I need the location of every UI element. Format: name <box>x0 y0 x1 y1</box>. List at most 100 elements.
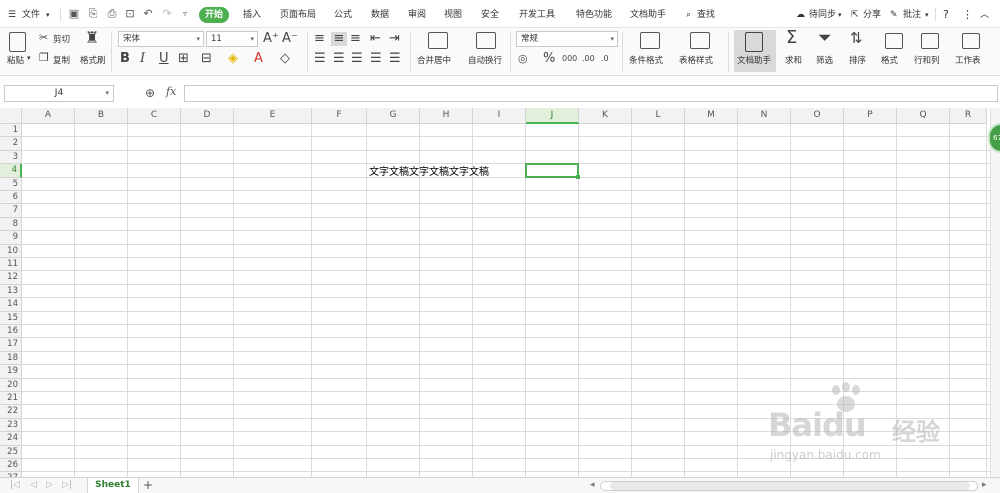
bold-icon[interactable]: B <box>120 52 130 66</box>
row-header-20[interactable]: 20 <box>0 378 22 392</box>
column-header-h[interactable]: H <box>420 108 473 124</box>
column-header-o[interactable]: O <box>791 108 844 124</box>
column-header-p[interactable]: P <box>844 108 897 124</box>
merge-cells-icon[interactable] <box>428 32 448 49</box>
column-header-a[interactable]: A <box>22 108 75 124</box>
paste-icon[interactable] <box>9 32 26 52</box>
tab-security[interactable]: 安全 <box>481 7 499 23</box>
row-header-24[interactable]: 24 <box>0 432 22 446</box>
fx-icon[interactable]: fx <box>166 85 176 98</box>
currency-icon[interactable]: ◎ <box>518 52 528 66</box>
scrollbar-thumb[interactable] <box>610 482 970 490</box>
doc-helper-button[interactable]: 文档助手 <box>737 54 771 66</box>
decrease-decimal-icon[interactable]: .0 <box>601 52 609 66</box>
sort-button[interactable]: 排序 <box>849 54 866 66</box>
sheet-tab-sheet1[interactable]: Sheet1 <box>87 478 139 493</box>
add-sheet-button[interactable]: + <box>141 478 155 493</box>
tab-developer[interactable]: 开发工具 <box>519 7 555 23</box>
number-format-select[interactable]: 常规 ▾ <box>516 31 618 47</box>
collapse-ribbon-icon[interactable]: ︿ <box>980 7 989 23</box>
column-header-q[interactable]: Q <box>897 108 950 124</box>
share-icon[interactable]: ⇱ <box>851 7 859 23</box>
select-all-corner[interactable] <box>0 108 22 124</box>
last-sheet-icon[interactable]: ▷| <box>62 480 72 490</box>
tab-formulas[interactable]: 公式 <box>334 7 352 23</box>
format-icon[interactable] <box>885 33 903 49</box>
table-style-icon[interactable] <box>690 32 710 49</box>
active-cell-j4[interactable] <box>525 163 580 179</box>
chevron-down-icon[interactable]: ▾ <box>46 7 50 23</box>
row-header-18[interactable]: 18 <box>0 351 22 366</box>
row-header-15[interactable]: 15 <box>0 311 22 325</box>
scissors-icon[interactable]: ✂ <box>39 31 48 45</box>
print-icon[interactable]: ⎙ <box>106 8 118 20</box>
sort-icon[interactable]: ⇅ <box>850 31 863 46</box>
font-size-select[interactable]: 11 ▾ <box>206 31 258 47</box>
row-header-10[interactable]: 10 <box>0 244 22 258</box>
export-icon[interactable]: ⎘ <box>87 8 99 20</box>
tab-review[interactable]: 审阅 <box>408 7 426 23</box>
doc-helper-icon[interactable] <box>745 32 763 52</box>
format-painter-button[interactable]: 格式刷 <box>80 54 106 66</box>
format-button[interactable]: 格式 <box>881 54 898 66</box>
italic-icon[interactable]: I <box>140 52 145 66</box>
conditional-format-icon[interactable] <box>640 32 660 49</box>
share-button[interactable]: 分享 <box>863 7 881 23</box>
justify-icon[interactable]: ☰ <box>370 52 382 66</box>
merge-center-button[interactable]: 合并居中 <box>417 54 451 66</box>
annotate-button[interactable]: 批注 <box>903 7 921 23</box>
row-column-icon[interactable] <box>921 33 939 49</box>
column-header-e[interactable]: E <box>234 108 312 124</box>
chevron-down-icon[interactable]: ▾ <box>27 54 31 62</box>
row-header-22[interactable]: 22 <box>0 405 22 419</box>
formula-input[interactable] <box>184 85 998 102</box>
customize-toolbar-icon[interactable]: ▿ <box>179 8 191 20</box>
column-header-j[interactable]: J <box>526 108 579 124</box>
thousands-separator-icon[interactable]: 000 <box>562 52 577 66</box>
row-header-23[interactable]: 23 <box>0 418 22 433</box>
more-icon[interactable]: ⋮ <box>962 7 973 23</box>
sync-button[interactable]: 待同步 <box>809 7 836 23</box>
format-painter-icon[interactable]: ♜ <box>85 30 99 46</box>
fill-color-icon[interactable]: ◈ <box>228 52 238 66</box>
row-column-button[interactable]: 行和列 <box>914 54 940 66</box>
column-header-d[interactable]: D <box>181 108 234 124</box>
decrease-font-icon[interactable]: A⁻ <box>282 32 298 46</box>
distributed-icon[interactable]: ☰ <box>389 52 401 66</box>
tab-page-layout[interactable]: 页面布局 <box>280 7 316 23</box>
row-header-8[interactable]: 8 <box>0 217 22 232</box>
filter-icon[interactable]: ⏷ <box>818 30 832 47</box>
help-icon[interactable]: ? <box>943 7 949 23</box>
scroll-left-icon[interactable]: ◂ <box>590 480 595 490</box>
increase-font-icon[interactable]: A⁺ <box>263 32 279 46</box>
scroll-right-icon[interactable]: ▸ <box>982 480 987 490</box>
zoom-icon[interactable]: ⊕ <box>145 86 155 100</box>
table-style-button[interactable]: 表格样式 <box>679 54 713 66</box>
align-left-icon[interactable]: ☰ <box>314 52 326 66</box>
row-header-26[interactable]: 26 <box>0 459 22 473</box>
clear-format-icon[interactable]: ◇ <box>280 52 290 66</box>
column-header-c[interactable]: C <box>128 108 181 124</box>
print-preview-icon[interactable]: ⊡ <box>124 8 136 20</box>
copy-button[interactable]: 复制 <box>53 54 70 66</box>
paste-button[interactable]: 粘贴 <box>7 54 24 66</box>
next-sheet-icon[interactable]: ▷ <box>46 480 53 490</box>
row-header-2[interactable]: 2 <box>0 137 22 151</box>
row-header-7[interactable]: 7 <box>0 204 22 218</box>
tab-home[interactable]: 开始 <box>199 7 230 23</box>
font-name-select[interactable]: 宋体 ▾ <box>118 31 204 47</box>
cloud-sync-icon[interactable]: ☁ <box>796 7 805 23</box>
vertical-scrollbar[interactable] <box>990 108 1000 477</box>
copy-icon[interactable]: ❐ <box>39 51 49 65</box>
row-header-12[interactable]: 12 <box>0 271 22 285</box>
fill-handle[interactable] <box>576 174 580 179</box>
column-header-r[interactable]: R <box>950 108 987 124</box>
tab-doc-helper[interactable]: 文档助手 <box>630 7 666 23</box>
column-header-f[interactable]: F <box>312 108 367 124</box>
fill-style-icon[interactable]: ⊟ <box>201 52 212 66</box>
column-header-b[interactable]: B <box>75 108 128 124</box>
chevron-down-icon[interactable]: ▾ <box>838 7 842 23</box>
file-menu[interactable]: 文件 <box>22 7 40 23</box>
indent-increase-icon[interactable]: ⇥ <box>389 32 400 46</box>
worksheet-icon[interactable] <box>962 33 980 49</box>
